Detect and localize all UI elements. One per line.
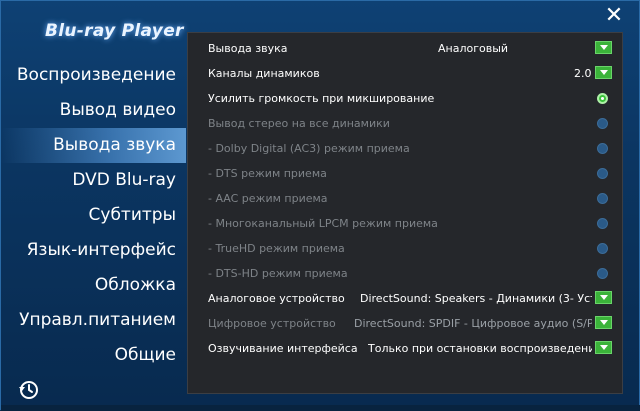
setting-label: - DTS режим приема <box>208 167 327 180</box>
setting-label: Озвучивание интерфейса <box>208 342 358 355</box>
sidebar: Воспроизведение Вывод видео Вывода звука… <box>1 58 186 373</box>
sidebar-item-subtitles[interactable]: Субтитры <box>1 198 186 233</box>
chevron-down-icon[interactable] <box>595 66 612 79</box>
setting-label: Вывода звука <box>208 42 288 55</box>
toggle-off[interactable] <box>597 193 608 204</box>
toggle-off[interactable] <box>597 118 608 129</box>
setting-label: Каналы динамиков <box>208 67 320 80</box>
toggle-on[interactable] <box>597 93 608 104</box>
setting-audio-output: Вывода звука Аналоговый <box>188 36 622 61</box>
setting-aac: - AAC режим приема <box>188 186 622 211</box>
setting-analog-device: Аналоговое устройство DirectSound: Speak… <box>188 286 622 311</box>
sidebar-item-dvd-bluray[interactable]: DVD Blu-ray <box>1 163 186 198</box>
app-logo: Blu-ray Player <box>45 21 184 41</box>
toggle-off[interactable] <box>597 218 608 229</box>
setting-boost-volume: Усилить громкость при микширование <box>188 86 622 111</box>
bottom-strip <box>1 405 640 411</box>
setting-value: DirectSound: SPDIF - Цифровое аудио (S/P… <box>354 317 592 330</box>
close-icon[interactable]: ✕ <box>603 5 625 27</box>
setting-label: Цифровое устройство <box>208 317 336 330</box>
setting-lpcm: - Многоканальный LPCM режим приема <box>188 211 622 236</box>
setting-label: - Dolby Digital (AC3) режим приема <box>208 142 410 155</box>
sidebar-item-video-output[interactable]: Вывод видео <box>1 93 186 128</box>
sidebar-item-language[interactable]: Язык-интерфейс <box>1 233 186 268</box>
chevron-down-icon[interactable] <box>595 41 612 54</box>
setting-label: - AAC режим приема <box>208 192 328 205</box>
setting-label: Усилить громкость при микширование <box>208 92 435 105</box>
setting-ui-sound: Озвучивание интерфейса Только при остано… <box>188 336 622 361</box>
sidebar-item-skin[interactable]: Обложка <box>1 268 186 303</box>
history-icon[interactable] <box>17 379 39 401</box>
setting-label: Аналоговое устройство <box>208 292 345 305</box>
toggle-off[interactable] <box>597 243 608 254</box>
setting-value: 2.0 <box>574 67 592 80</box>
setting-dolby: - Dolby Digital (AC3) режим приема <box>188 136 622 161</box>
chevron-down-icon[interactable] <box>595 316 612 329</box>
toggle-off[interactable] <box>597 143 608 154</box>
settings-window: Blu-ray Player ✕ Воспроизведение Вывод в… <box>0 0 640 411</box>
setting-dts: - DTS режим приема <box>188 161 622 186</box>
sidebar-item-playback[interactable]: Воспроизведение <box>1 58 186 93</box>
setting-speaker-channels: Каналы динамиков 2.0 <box>188 61 622 86</box>
toggle-off[interactable] <box>597 168 608 179</box>
setting-label: - TrueHD режим приема <box>208 242 345 255</box>
chevron-down-icon[interactable] <box>595 291 612 304</box>
sidebar-item-general[interactable]: Общие <box>1 338 186 373</box>
setting-label: - Многоканальный LPCM режим приема <box>208 217 438 230</box>
setting-value: Аналоговый <box>438 42 509 55</box>
toggle-off[interactable] <box>597 268 608 279</box>
audio-settings-panel: Вывода звука Аналоговый Каналы динамиков… <box>187 32 623 394</box>
chevron-down-icon[interactable] <box>595 341 612 354</box>
setting-label: - DTS-HD режим приема <box>208 267 348 280</box>
sidebar-item-power[interactable]: Управл.питанием <box>1 303 186 338</box>
setting-dtshd: - DTS-HD режим приема <box>188 261 622 286</box>
setting-truehd: - TrueHD режим приема <box>188 236 622 261</box>
setting-stereo-all: Вывод стерео на все динамики <box>188 111 622 136</box>
sidebar-item-audio-output[interactable]: Вывода звука <box>1 128 186 163</box>
setting-value: DirectSound: Speakers - Динамики (3- Уст… <box>360 292 592 305</box>
setting-value: Только при остановки воспроизведения <box>368 342 592 355</box>
setting-digital-device: Цифровое устройство DirectSound: SPDIF -… <box>188 311 622 336</box>
setting-label: Вывод стерео на все динамики <box>208 117 390 130</box>
